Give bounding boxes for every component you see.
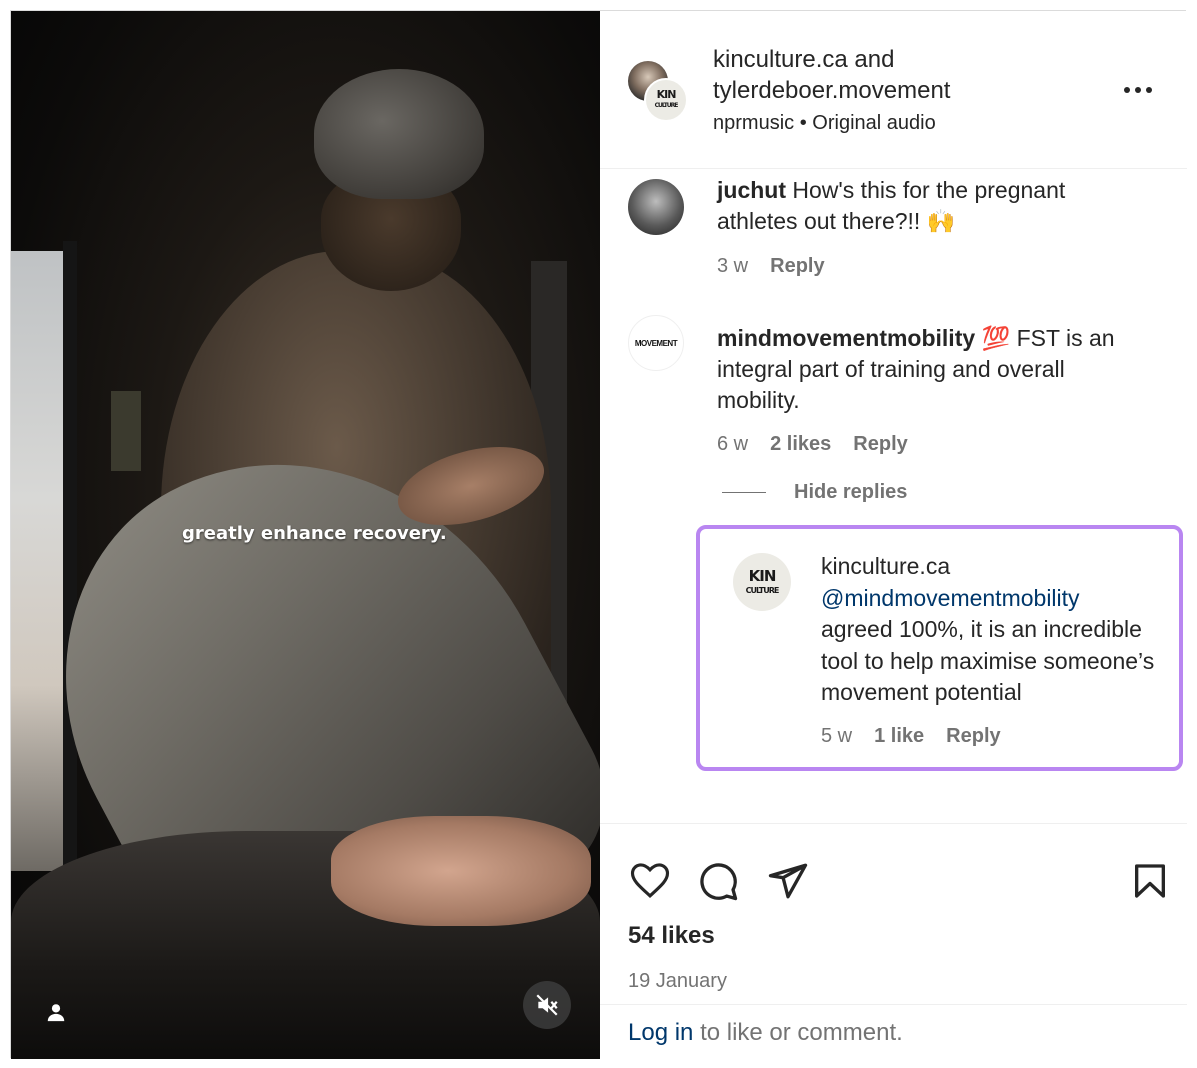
video-caption: greatly enhance recovery. <box>182 523 447 544</box>
audio-label-link[interactable]: Original audio <box>812 112 935 134</box>
muted-speaker-icon <box>536 994 558 1016</box>
highlighted-reply: KIN CULTURE kinculture.ca @mindmovementmo… <box>696 525 1183 771</box>
comment-time[interactable]: 3 w <box>717 255 748 278</box>
comment-time[interactable]: 6 w <box>717 433 748 456</box>
reply-button[interactable]: Reply <box>770 255 824 278</box>
reply-mention-link[interactable]: @mindmovementmobility <box>821 585 1080 611</box>
avatar[interactable]: MOVEMENT <box>628 315 684 371</box>
audio-artist-link[interactable]: nprmusic <box>713 112 794 134</box>
post-side-panel: KIN CULTURE kinculture.ca and tylerdeboer… <box>600 11 1187 1059</box>
reply-likes[interactable]: 1 like <box>874 725 924 748</box>
avatar: KIN CULTURE <box>644 78 688 122</box>
reply-button[interactable]: Reply <box>853 433 907 456</box>
comment-likes[interactable]: 2 likes <box>770 433 831 456</box>
login-prompt: Log in to like or comment. <box>600 1004 1187 1059</box>
comment-button[interactable] <box>696 859 740 903</box>
dot <box>1146 87 1152 93</box>
post-frame: greatly enhance recovery. KIN CULTURE ki… <box>10 10 1187 1059</box>
avatar[interactable] <box>628 179 684 235</box>
user-icon <box>47 1004 65 1022</box>
owner-avatars[interactable]: KIN CULTURE <box>628 61 690 123</box>
tagged-users-button[interactable] <box>39 995 73 1029</box>
comment-username[interactable]: juchut <box>717 177 786 203</box>
avatar[interactable]: KIN CULTURE <box>733 553 791 611</box>
share-button[interactable] <box>766 859 810 903</box>
owner-joiner: and <box>854 46 895 73</box>
audio-separator: • <box>799 112 807 134</box>
login-link[interactable]: Log in <box>628 1019 693 1046</box>
comment-icon <box>700 863 738 901</box>
login-rest: to like or comment. <box>700 1019 903 1046</box>
person-cap <box>314 69 484 199</box>
client-hands <box>331 816 591 926</box>
reply-text: kinculture.ca @mindmovementmobility agre… <box>821 551 1181 709</box>
owner-link-secondary[interactable]: tylerdeboer.movement <box>713 77 950 104</box>
hundred-emoji: 💯 <box>981 325 1011 351</box>
more-options-button[interactable] <box>1118 77 1158 103</box>
gym-equipment <box>111 391 141 471</box>
comment-text: juchut How's this for the pregnant athle… <box>717 175 1137 237</box>
divider <box>722 492 766 493</box>
bookmark-icon <box>1135 864 1165 898</box>
owner-link-primary[interactable]: kinculture.ca <box>713 46 848 73</box>
post-header: KIN CULTURE kinculture.ca and tylerdeboer… <box>600 11 1187 169</box>
movement-logo: MOVEMENT <box>634 338 678 348</box>
save-button[interactable] <box>1128 859 1172 903</box>
more-horizontal-icon <box>1124 87 1130 93</box>
comment-username[interactable]: mindmovementmobility <box>717 325 975 351</box>
mute-button[interactable] <box>523 981 571 1029</box>
likes-count[interactable]: 54 likes <box>628 922 715 950</box>
window-light <box>11 251 63 871</box>
window-frame <box>63 241 77 881</box>
dot <box>1135 87 1141 93</box>
post-owners: kinculture.ca and tylerdeboer.movement <box>713 44 1093 106</box>
video-player[interactable]: greatly enhance recovery. <box>11 11 600 1059</box>
reply-content: agreed 100%, it is an incredible tool to… <box>821 616 1155 705</box>
like-button[interactable] <box>628 859 672 903</box>
hide-replies-button[interactable]: Hide replies <box>722 481 907 504</box>
reply-time[interactable]: 5 w <box>821 725 852 748</box>
heart-icon <box>630 863 670 899</box>
audio-info: nprmusic • Original audio <box>713 112 936 135</box>
post-date: 19 January <box>628 970 727 992</box>
hide-replies-label: Hide replies <box>794 481 908 503</box>
reply-username[interactable]: kinculture.ca <box>821 553 950 579</box>
reply-meta: 5 w 1 like Reply <box>821 725 1001 748</box>
reply-button[interactable]: Reply <box>946 725 1000 748</box>
share-icon <box>768 863 808 899</box>
comment-text: mindmovementmobility 💯 FST is an integra… <box>717 323 1147 416</box>
kin-culture-logo: KIN CULTURE <box>654 88 679 109</box>
comment-meta: 3 w Reply <box>717 255 825 278</box>
login-text: Log in to like or comment. <box>628 1019 903 1047</box>
comment-meta: 6 w 2 likes Reply <box>717 433 908 456</box>
kin-culture-logo: KIN CULTURE <box>745 566 780 595</box>
